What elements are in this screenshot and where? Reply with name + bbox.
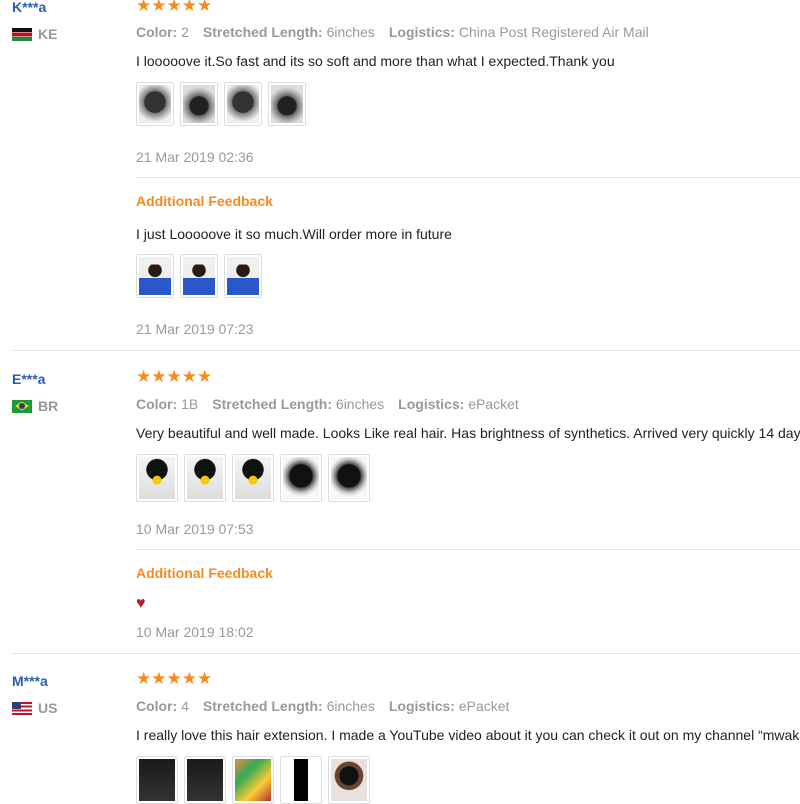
review-photos [136, 82, 800, 126]
length-value: 6inches [326, 698, 375, 714]
additional-feedback-label: Additional Feedback [136, 565, 273, 581]
reviewer-name: M***a [12, 673, 48, 689]
brazil-flag-icon [12, 399, 32, 413]
length-label: Stretched Length: [202, 698, 323, 714]
color-label: Color: [136, 396, 178, 412]
logistics-label: Logistics: [398, 396, 465, 412]
star-rating: ★★★★★ [136, 0, 213, 15]
review-divider [12, 653, 800, 654]
additional-feedback-date: 21 Mar 2019 07:23 [136, 321, 254, 337]
logistics-value: ePacket [468, 396, 519, 412]
review-photo-thumbnail[interactable] [136, 756, 178, 804]
review-date: 21 Mar 2019 02:36 [136, 149, 254, 165]
reviewer-country: BR [12, 398, 58, 414]
review-date: 10 Mar 2019 07:53 [136, 521, 254, 537]
divider [136, 177, 800, 178]
review-photo-thumbnail[interactable] [280, 756, 322, 804]
divider [136, 549, 800, 550]
review-divider [12, 350, 800, 351]
additional-photos [136, 254, 800, 298]
heart-icon: ♥ [136, 595, 146, 612]
logistics-value: ePacket [458, 698, 510, 714]
reviewer-name: E***a [12, 371, 46, 387]
review-body: ★★★★★ [136, 0, 800, 15]
review-photo-thumbnail[interactable] [136, 454, 178, 502]
star-rating: ★★★★★ [136, 367, 213, 386]
review-body: ★★★★★ [136, 670, 800, 688]
order-attributes: Color: 1B Stretched Length: 6inches Logist… [136, 396, 800, 412]
color-label: Color: [136, 698, 178, 714]
review-photos [136, 756, 800, 804]
length-value: 6inches [326, 24, 375, 40]
review-photo-thumbnail[interactable] [224, 254, 262, 298]
color-label: Color: [136, 24, 178, 40]
star-rating: ★★★★★ [136, 669, 213, 688]
review-photo-thumbnail[interactable] [280, 454, 322, 502]
reviewer-info: E***a BR [12, 370, 58, 414]
logistics-label: Logistics: [388, 24, 455, 40]
review-photo-thumbnail[interactable] [224, 82, 262, 126]
country-code: KE [38, 26, 58, 42]
review-photo-thumbnail[interactable] [180, 254, 218, 298]
review-body: ★★★★★ [136, 368, 800, 386]
review-photo-thumbnail[interactable] [184, 454, 226, 502]
review-photo-thumbnail[interactable] [232, 454, 274, 502]
length-label: Stretched Length: [202, 24, 323, 40]
review-photo-thumbnail[interactable] [136, 254, 174, 298]
color-value: 1B [181, 396, 199, 412]
color-value: 4 [181, 698, 189, 714]
review-text: I really love this hair extension. I mad… [136, 727, 800, 743]
review-photo-thumbnail[interactable] [136, 82, 174, 126]
review-photo-thumbnail[interactable] [232, 756, 274, 804]
logistics-value: China Post Registered Air Mail [458, 24, 649, 40]
review-photo-thumbnail[interactable] [328, 454, 370, 502]
reviewer-country: KE [12, 26, 57, 42]
color-value: 2 [181, 24, 189, 40]
length-label: Stretched Length: [212, 396, 333, 412]
reviewer-name: K***a [12, 0, 47, 15]
order-attributes: Color: 2 Stretched Length: 6inches Logisti… [136, 24, 800, 40]
additional-feedback-date: 10 Mar 2019 18:02 [136, 624, 254, 640]
review-photo-thumbnail[interactable] [328, 756, 370, 804]
review-photo-thumbnail[interactable] [180, 82, 218, 126]
reviewer-country: US [12, 700, 57, 716]
country-code: BR [38, 398, 59, 414]
review-photo-thumbnail[interactable] [268, 82, 306, 126]
reviewer-info: K***a KE [12, 0, 57, 42]
review-text: Very beautiful and well made. Looks Like… [136, 425, 800, 441]
additional-feedback-label: Additional Feedback [136, 193, 273, 209]
length-value: 6inches [335, 396, 385, 412]
reviewer-info: M***a US [12, 672, 57, 716]
additional-feedback-text: I just Looooove it so much.Will order mo… [136, 226, 452, 242]
logistics-label: Logistics: [388, 698, 455, 714]
country-code: US [38, 700, 58, 716]
kenya-flag-icon [12, 27, 32, 41]
review-text: I looooove it.So fast and its so soft an… [136, 53, 615, 69]
review-photos [136, 454, 800, 502]
order-attributes: Color: 4 Stretched Length: 6inches Logisti… [136, 698, 800, 714]
usa-flag-icon [12, 701, 32, 715]
review-photo-thumbnail[interactable] [184, 756, 226, 804]
